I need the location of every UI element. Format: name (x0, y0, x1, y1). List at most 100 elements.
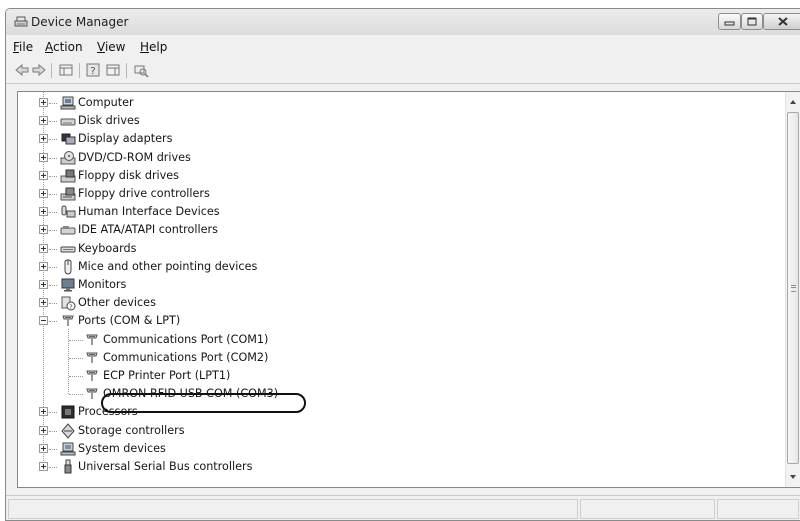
expand-icon[interactable] (39, 207, 48, 217)
unknown-device-icon: ? (61, 296, 76, 311)
scroll-up-icon[interactable] (790, 100, 796, 104)
tree-node-hid[interactable]: Human Interface Devices (18, 203, 778, 221)
show-hide-console-tree-icon[interactable] (58, 62, 74, 78)
menu-help[interactable]: Help (140, 40, 167, 54)
expand-icon[interactable] (39, 407, 48, 417)
status-bar (6, 495, 800, 520)
floppy-controller-icon (60, 187, 76, 201)
expand-icon[interactable] (39, 98, 48, 107)
tree-node-ide-controller[interactable]: IDE ATA/ATAPI controllers (18, 221, 778, 239)
tree-node-mouse[interactable]: Mice and other pointing devices (18, 258, 778, 276)
help-icon[interactable]: ? (85, 62, 101, 78)
show-hide-action-pane-icon[interactable] (105, 62, 121, 78)
system-device-icon (60, 442, 76, 456)
tree-node-storage-controller[interactable]: Storage controllers (18, 422, 778, 440)
tree-node-label: Communications Port (COM2) (103, 350, 269, 364)
expand-icon[interactable] (39, 116, 48, 126)
vertical-scrollbar[interactable] (785, 92, 800, 487)
tree-connector (49, 194, 57, 195)
svg-text:?: ? (90, 66, 95, 77)
usb-icon (64, 459, 72, 474)
tree-node-port[interactable]: Ports (COM & LPT) (18, 312, 778, 330)
back-arrow-icon[interactable] (14, 62, 30, 78)
menu-view[interactable]: View (97, 40, 125, 54)
tree-node-label: Ports (COM & LPT) (78, 314, 181, 328)
tree-connector (69, 357, 83, 359)
disk-drive-icon (60, 118, 76, 126)
tree-connector (49, 448, 57, 450)
port-icon (86, 334, 98, 345)
title-bar[interactable]: Device Manager (6, 9, 800, 35)
tree-node-label: Display adapters (78, 132, 173, 146)
collapse-icon[interactable] (39, 316, 48, 326)
expand-icon[interactable] (39, 152, 48, 162)
monitor-icon (61, 278, 75, 292)
tree-connector (49, 430, 57, 432)
tree-branch-line (68, 329, 69, 395)
menu-action[interactable]: Action (45, 40, 83, 54)
processor-icon (61, 405, 75, 419)
tree-node-label: Floppy disk drives (78, 168, 179, 182)
tree-node-disk-drive[interactable]: Disk drives (18, 112, 778, 130)
minimize-button[interactable] (718, 13, 741, 30)
port-icon (86, 370, 98, 381)
device-tree-pane: Computer Disk drives Display adapters DVD/C… (17, 91, 800, 488)
tree-node-label: Keyboards (78, 241, 137, 255)
expand-icon[interactable] (39, 443, 48, 453)
tree-node-monitor[interactable]: Monitors (18, 276, 778, 294)
status-pane-3 (717, 499, 799, 519)
scan-hardware-changes-icon[interactable] (133, 62, 149, 78)
toolbar: ? (6, 59, 800, 84)
close-button[interactable] (763, 13, 800, 30)
maximize-button[interactable] (741, 13, 763, 30)
toolbar-separator (51, 63, 52, 78)
status-pane-main (8, 499, 578, 519)
tree-node-label: ECP Printer Port (LPT1) (103, 369, 231, 382)
tree-connector (49, 103, 57, 104)
display-adapter-icon (61, 133, 76, 145)
tree-connector (49, 248, 57, 250)
expand-icon[interactable] (39, 134, 48, 144)
expand-icon[interactable] (39, 170, 48, 180)
tree-node-dvd-drive[interactable]: DVD/CD-ROM drives (18, 149, 778, 167)
expand-icon[interactable] (39, 243, 48, 253)
maximize-icon (747, 17, 757, 26)
expand-icon[interactable] (39, 225, 48, 235)
tree-node-keyboard[interactable]: Keyboards (18, 240, 778, 258)
tree-child-port[interactable]: Communications Port (COM2) (18, 349, 778, 367)
tree-connector (49, 230, 57, 232)
tree-node-floppy-controller[interactable]: Floppy drive controllers (18, 185, 778, 203)
tree-node-display-adapter[interactable]: Display adapters (18, 130, 778, 148)
port-icon (86, 388, 98, 400)
status-pane-2 (580, 499, 715, 519)
ide-controller-icon (60, 226, 76, 235)
tree-connector (49, 121, 57, 123)
menu-file[interactable]: File (13, 40, 33, 54)
tree-node-unknown-device[interactable]: ? Other devices (18, 294, 778, 312)
tree-connector (49, 266, 57, 268)
scroll-down-icon[interactable] (790, 475, 796, 479)
expand-icon[interactable] (39, 462, 48, 471)
toolbar-separator (126, 63, 127, 78)
expand-icon[interactable] (39, 189, 48, 198)
expand-icon[interactable] (39, 280, 48, 289)
tree-child-port[interactable]: ECP Printer Port (LPT1) (18, 367, 778, 385)
grip-icon (791, 285, 796, 292)
scrollbar-thumb[interactable] (787, 112, 799, 464)
tree-node-usb[interactable]: Universal Serial Bus controllers (18, 458, 778, 476)
tree-node-computer[interactable]: Computer (18, 94, 778, 112)
tree-node-floppy-drive[interactable]: Floppy disk drives (18, 167, 778, 185)
forward-arrow-icon[interactable] (31, 62, 47, 78)
tree-node-system-device[interactable]: System devices (18, 440, 778, 458)
port-icon (62, 315, 74, 327)
tree-child-port[interactable]: Communications Port (COM1) (18, 331, 778, 349)
window-title: Device Manager (31, 15, 129, 29)
tree-node-label: Communications Port (COM1) (103, 332, 269, 346)
expand-icon[interactable] (39, 298, 48, 308)
tree-node-label: Universal Serial Bus controllers (78, 460, 253, 473)
mouse-icon (64, 259, 72, 275)
toolbar-separator (79, 63, 80, 78)
expand-icon[interactable] (39, 425, 48, 435)
expand-icon[interactable] (39, 261, 48, 271)
keyboard-icon (60, 246, 76, 253)
